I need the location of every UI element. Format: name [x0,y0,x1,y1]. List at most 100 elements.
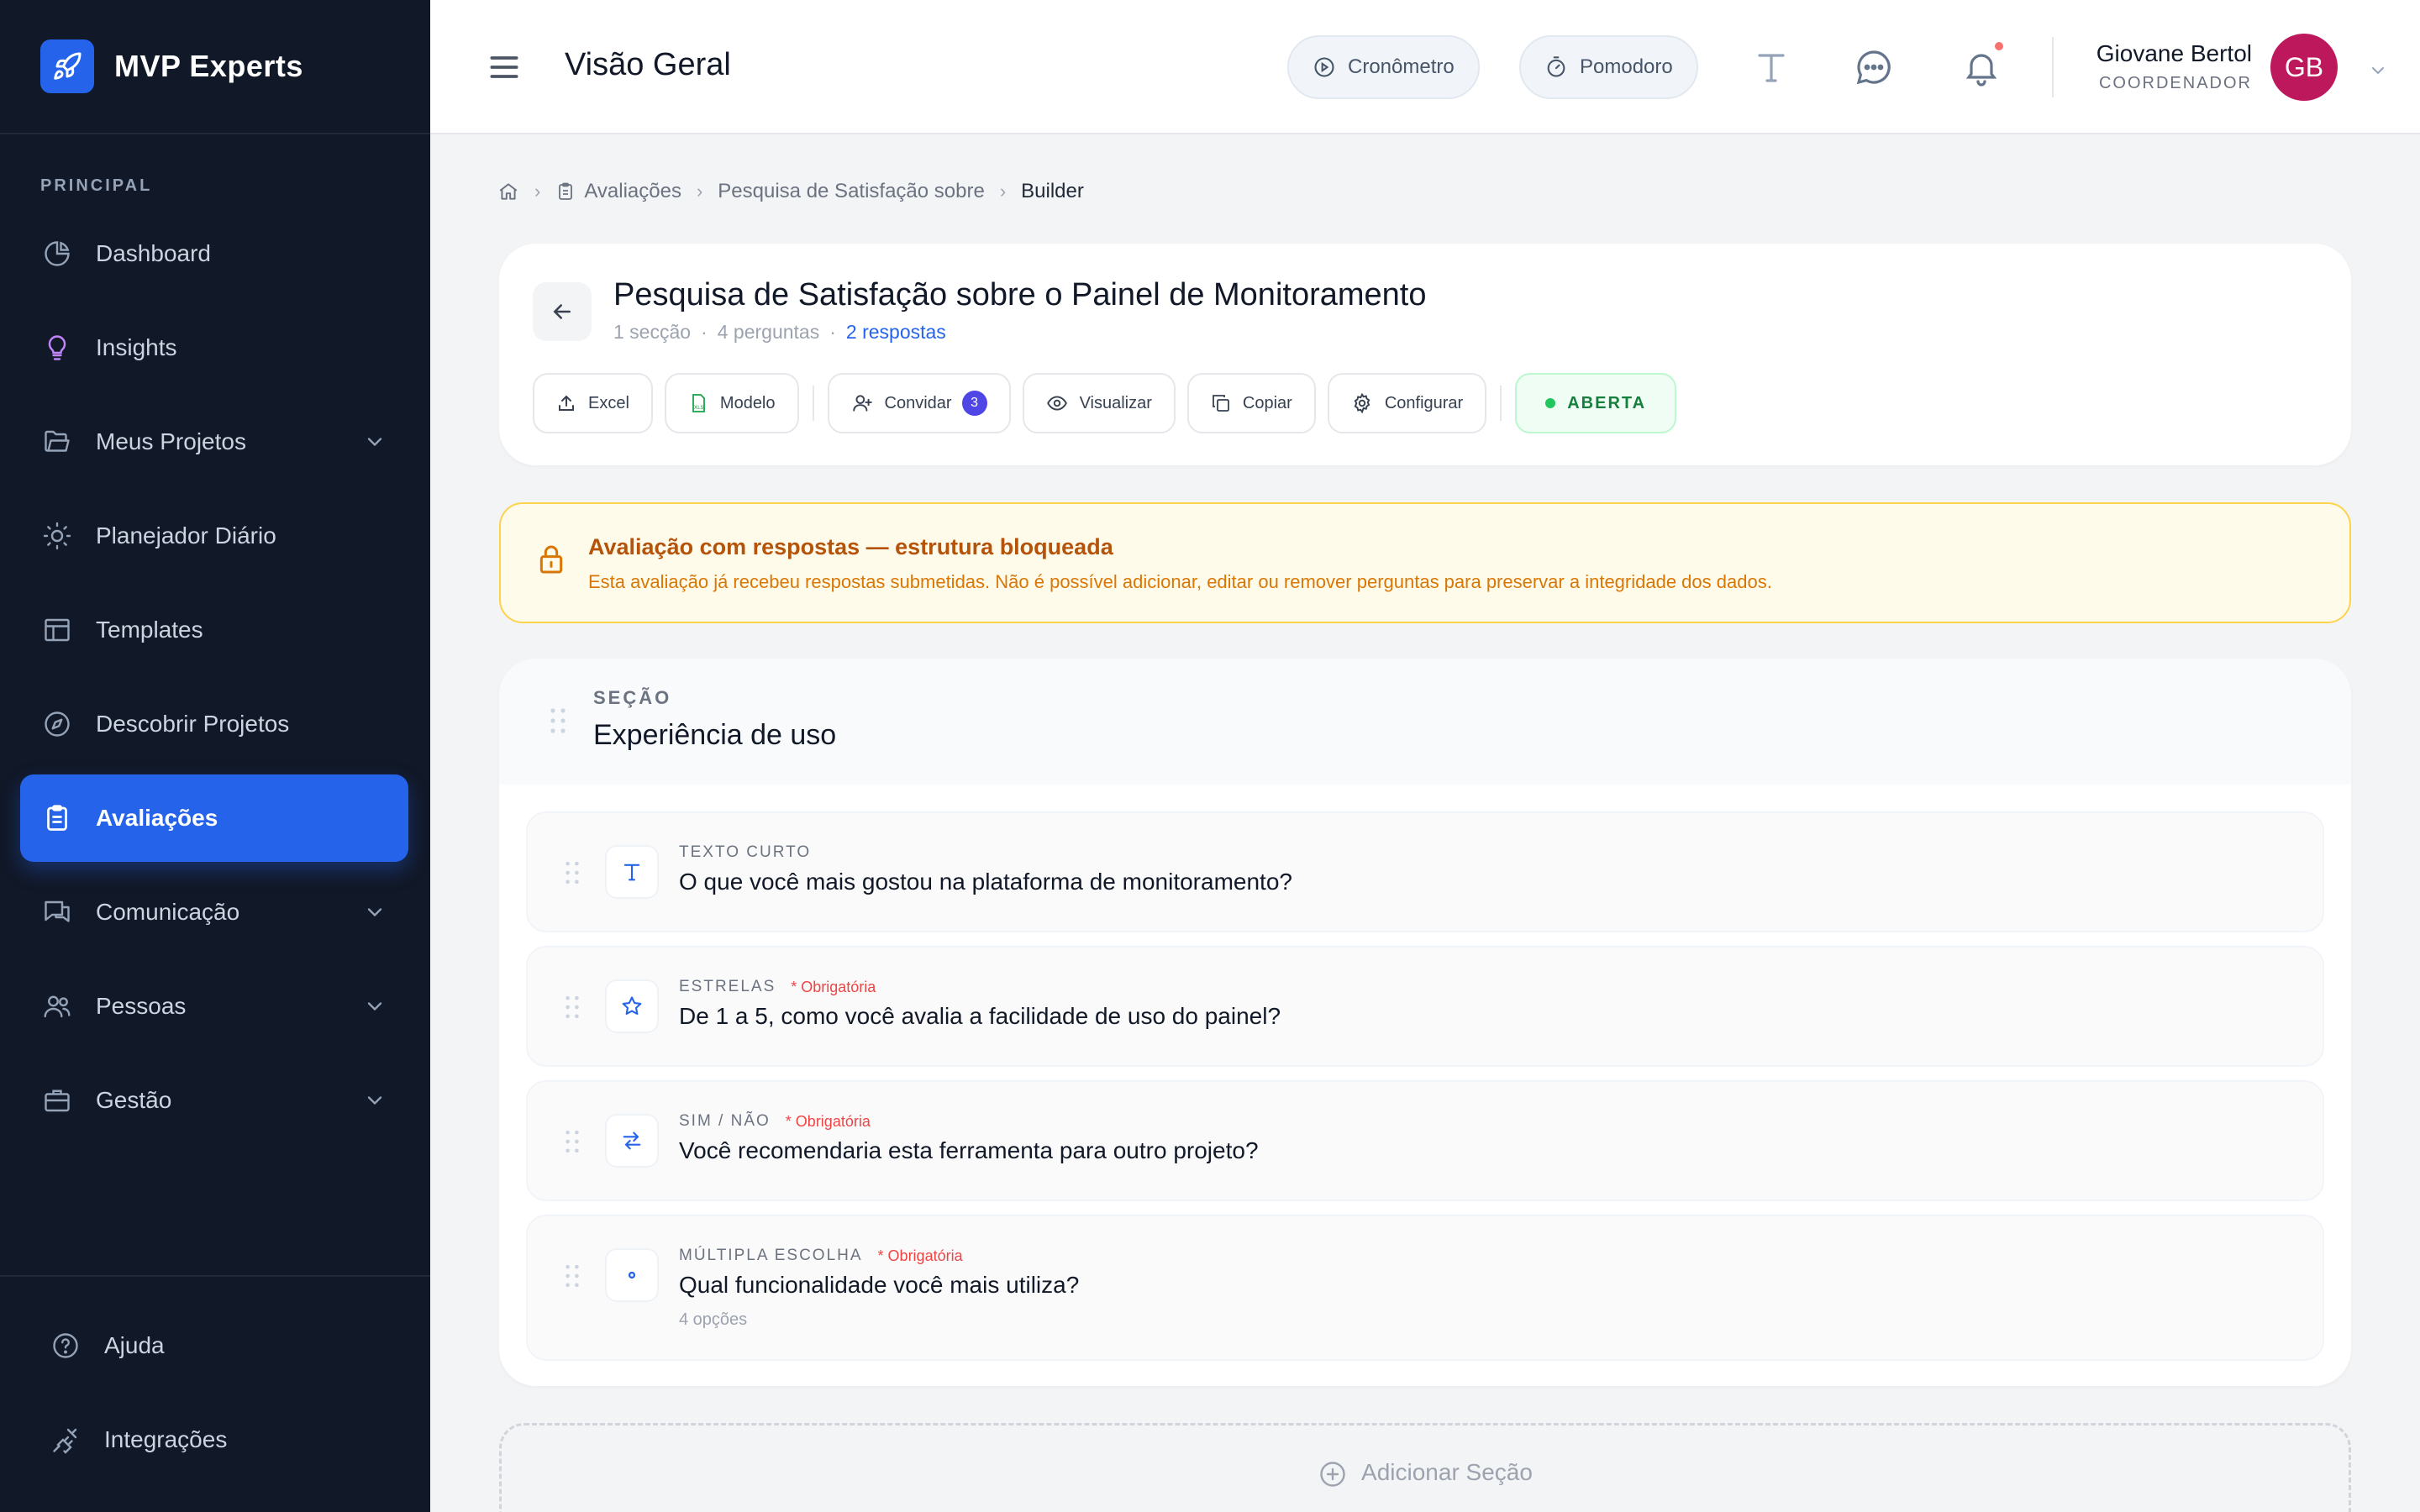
sidebar-item-ajuda[interactable]: Ajuda [20,1302,410,1389]
drag-handle-icon[interactable] [565,995,580,1020]
convidar-button[interactable]: Convidar 3 [827,373,1011,433]
topbar: Visão Geral Cronômetro Pomodoro Giovane … [430,0,2420,134]
swap-arrows-icon [605,1114,659,1168]
text-type-icon [605,845,659,899]
chevron-down-icon[interactable] [2368,60,2388,81]
copiar-button[interactable]: Copiar [1186,373,1316,433]
chevron-right-icon: › [696,181,703,202]
questions-count: 4 perguntas [717,321,820,343]
drag-handle-icon[interactable] [565,860,580,885]
user-role: COORDENADOR [2098,74,2252,92]
lock-icon [534,543,568,576]
copy-icon [1211,393,1231,413]
layout-icon [40,613,74,647]
configurar-label: Configurar [1384,393,1464,412]
question-item[interactable]: MÚLTIPLA ESCOLHA * Obrigatória Qual funci… [526,1215,2324,1361]
section-title: Experiência de uso [593,719,837,751]
sidebar-bottom: Ajuda Integrações [0,1275,430,1490]
drag-handle-icon[interactable] [565,1263,580,1289]
sidebar-item-integracoes[interactable]: Integrações [20,1396,410,1483]
sidebar-item-label: Dashboard [96,240,211,266]
breadcrumb-item-avaliacoes[interactable]: Avaliações [584,180,681,203]
question-list: TEXTO CURTO O que você mais gostou na pl… [526,811,2324,1374]
eye-icon [1046,392,1068,414]
plus-circle-icon [1318,1459,1348,1512]
sidebar-item-avaliacoes[interactable]: Avaliações [20,774,408,862]
required-label: * Obrigatória [785,1112,871,1130]
question-item[interactable]: ESTRELAS * Obrigatória De 1 a 5, como voc… [526,946,2324,1067]
excel-button[interactable]: Excel [533,373,653,433]
xls-file-icon: XLS [688,393,708,413]
avatar[interactable]: GB [2270,34,2338,101]
question-text: De 1 a 5, como você avalia a facilidade … [679,1003,1281,1029]
play-circle-icon [1313,55,1336,79]
evaluation-header-card: Pesquisa de Satisfação sobre o Painel de… [499,244,2351,465]
configurar-button[interactable]: Configurar [1327,373,1487,433]
sidebar-item-label: Planejador Diário [96,522,276,549]
home-icon[interactable] [497,181,519,202]
excel-label: Excel [588,393,629,412]
bell-icon[interactable] [1961,47,2002,87]
back-button[interactable] [533,282,592,341]
clipboard-icon [555,181,576,202]
question-text: O que você mais gostou na plataforma de … [679,869,1292,895]
visualizar-button[interactable]: Visualizar [1022,373,1176,433]
sidebar-item-dashboard[interactable]: Dashboard [20,210,408,297]
chat-icon [40,895,74,929]
sidebar-item-templates[interactable]: Templates [20,586,408,674]
chat-bubble-icon[interactable] [1854,47,1894,87]
modelo-button[interactable]: XLS Modelo [664,373,799,433]
upload-icon [556,393,576,413]
sidebar-section-label: PRINCIPAL [40,176,153,195]
pomodoro-label: Pomodoro [1580,55,1673,78]
pomodoro-button[interactable]: Pomodoro [1519,35,1698,99]
breadcrumb-item-pesquisa[interactable]: Pesquisa de Satisfação sobre [718,180,985,203]
drag-handle-icon[interactable] [550,707,566,734]
copiar-label: Copiar [1242,393,1292,412]
sidebar-item-pessoas[interactable]: Pessoas [20,963,408,1050]
briefcase-icon [40,1084,74,1117]
question-item[interactable]: SIM / NÃO * Obrigatória Você recomendaria… [526,1080,2324,1201]
brand[interactable]: MVP Experts [0,0,430,134]
users-icon [40,990,74,1023]
sidebar-item-gestao[interactable]: Gestão [20,1057,408,1144]
evaluation-toolbar: Excel XLS Modelo Convidar 3 Visualizar C… [533,373,1677,433]
timer-button[interactable]: Cronômetro [1287,35,1480,99]
locked-warning: Avaliação com respostas — estrutura bloq… [499,502,2351,623]
status-badge[interactable]: ABERTA [1515,373,1677,433]
status-dot [1545,398,1556,408]
chevron-down-icon [363,900,387,924]
sidebar: MVP Experts PRINCIPAL Dashboard Insights… [0,0,430,1512]
stopwatch-icon [1544,55,1568,79]
sidebar-item-label: Insights [96,334,177,360]
meta-separator: · [701,321,708,343]
svg-text:XLS: XLS [694,405,703,411]
question-item[interactable]: TEXTO CURTO O que você mais gostou na pl… [526,811,2324,932]
gear-icon [1351,392,1373,414]
question-text: Você recomendaria esta ferramenta para o… [679,1137,1259,1163]
sections-count: 1 secção [613,321,692,343]
sidebar-item-label: Templates [96,617,203,643]
question-type-label: SIM / NÃO [679,1112,771,1130]
question-type-label: TEXTO CURTO [679,843,812,861]
sidebar-item-comunicacao[interactable]: Comunicação [20,869,408,956]
compass-icon [40,707,74,741]
sidebar-item-planejador[interactable]: Planejador Diário [20,492,408,580]
timer-label: Cronômetro [1348,55,1455,78]
add-section-button[interactable]: Adicionar Seção [499,1423,2351,1512]
chart-pie-icon [40,237,74,270]
sidebar-item-insights[interactable]: Insights [20,304,408,391]
menu-icon[interactable] [486,49,523,86]
sidebar-item-meus-projetos[interactable]: Meus Projetos [20,398,408,486]
text-size-icon[interactable] [1751,47,1791,87]
responses-link[interactable]: 2 respostas [846,321,946,344]
breadcrumb-item-current: Builder [1021,180,1084,202]
question-type: MÚLTIPLA ESCOLHA * Obrigatória [679,1247,963,1265]
required-label: * Obrigatória [877,1247,963,1264]
chevron-down-icon [363,1089,387,1112]
plug-icon [49,1423,82,1457]
sidebar-item-label: Comunicação [96,899,240,925]
sidebar-item-descobrir[interactable]: Descobrir Projetos [20,680,408,768]
brand-name: MVP Experts [114,49,303,83]
drag-handle-icon[interactable] [565,1129,580,1154]
